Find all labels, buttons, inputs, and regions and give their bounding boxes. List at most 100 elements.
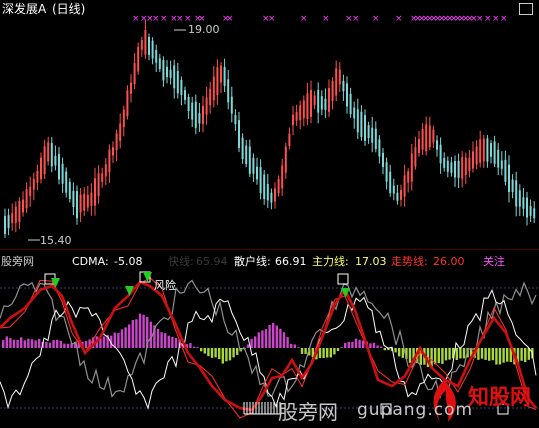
candle [119,113,122,149]
candle [468,150,471,178]
histogram-bar [117,333,120,348]
candle [32,172,35,201]
price-candlestick-panel[interactable]: × ××× × ×× × ×× ×× ×× × × × × × × ××××××××××××××××× × × × [0,0,539,250]
candle [169,60,172,85]
histogram-bar [48,342,52,348]
histogram-bar [5,336,8,348]
candle [187,93,190,119]
histogram-bar [488,348,491,361]
candle [97,165,100,204]
histogram-bar [354,338,358,348]
histogram-bar [254,336,257,348]
candle [497,143,500,176]
candle [202,95,204,133]
candle [360,105,363,141]
histogram-bar [290,343,293,348]
candle [266,173,269,208]
candle [295,104,298,126]
histogram-bar [20,337,23,348]
histogram-bar [84,340,88,348]
histogram-bar [56,339,59,348]
candle [338,62,341,92]
histogram-bar [408,348,412,363]
histogram-bar [282,332,286,348]
candle [439,137,442,174]
histogram-bar [149,321,152,348]
histogram-bar [66,343,70,348]
risk-label: 风险 [154,279,176,292]
signal-mark-icon: × [372,14,380,24]
high-price-label: 19.00 [188,23,220,36]
histogram-bar [272,322,275,348]
candle [310,80,312,124]
histogram-bar [318,348,322,359]
histogram-bar [502,348,505,363]
candle [7,208,10,236]
histogram-bar [376,345,379,348]
candle [464,152,467,185]
histogram-bar [340,347,343,348]
histogram-bar [524,348,527,363]
candle [205,86,208,125]
histogram-bar [214,348,217,358]
candle [223,58,226,93]
histogram-bar [207,348,210,357]
candle [158,53,161,72]
cdma-label: CDMA: [72,255,109,268]
candle [180,76,183,106]
histogram-bar [358,339,361,348]
histogram-bar [59,340,62,348]
candle [432,125,435,149]
trend-line-label: 走势线: [391,255,428,268]
histogram-bar [164,333,167,348]
candle [486,134,489,168]
candle [274,182,276,209]
low-price-label: 15.40 [40,234,72,247]
histogram-bar [27,338,30,348]
histogram-bar [167,335,170,348]
signal-mark-icon: × [395,14,403,24]
histogram-bar [336,348,340,351]
candle [482,134,485,168]
histogram-bar [398,348,401,357]
panel-menu-button[interactable] [519,3,533,15]
candle [302,95,305,127]
histogram-bar [225,348,228,362]
candle [108,144,111,183]
candle [76,185,78,225]
candle [500,151,503,176]
cdma-value: -5.08 [114,255,143,268]
histogram-bar [9,338,12,348]
candle [511,174,514,199]
watermark-cn-text: 股旁网 [278,400,338,424]
histogram-bar [459,348,462,359]
candle [40,152,42,184]
signal-mark-icon: × [492,14,500,24]
histogram-bar [351,341,354,348]
candle [270,188,273,210]
signal-mark-icon: × [322,14,330,24]
histogram-bar [520,348,523,361]
candle [446,156,449,178]
histogram-bar [142,314,145,348]
candle [68,178,71,203]
candle [166,60,168,84]
histogram-bar [250,338,253,348]
candle [220,61,222,94]
watermark-logo-text: 知股网 [468,385,531,409]
follow-label: 关注 [483,255,505,268]
candle [245,140,248,168]
candle [65,167,68,198]
histogram-bar [279,328,282,348]
histogram-bar [189,343,192,348]
trend-line-value: 26.00 [433,255,465,268]
histogram-bar [344,342,347,348]
indicator-panel-name: 股旁网 [1,255,34,268]
main-line-value: 17.03 [355,255,387,268]
histogram-bar [498,348,502,365]
histogram-bar [261,330,264,348]
buy-arrow-icon [51,272,350,298]
candle [212,66,215,108]
histogram-bar [228,348,232,361]
candle [284,142,287,179]
